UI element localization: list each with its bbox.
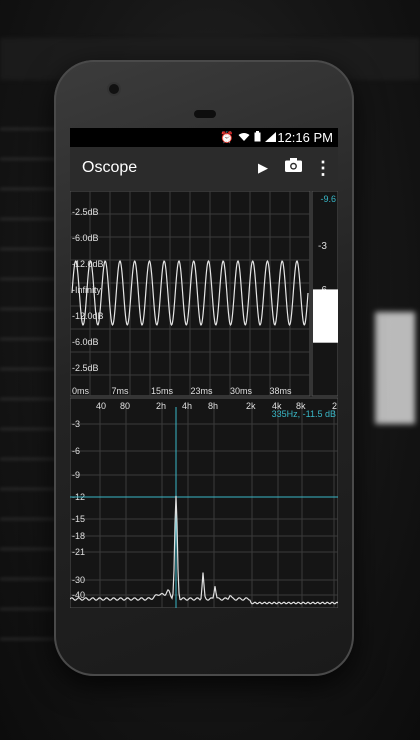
frequency-label: 4h <box>182 401 192 411</box>
db-label: -21 <box>72 547 85 557</box>
phone-frame: ⏰ 12:16 PM Oscope ▶ ⋮ -2.5dB -6.0dB -12.… <box>54 60 354 676</box>
wifi-icon <box>238 132 250 146</box>
app-bar: Oscope ▶ ⋮ <box>70 147 338 191</box>
frequency-label: 2k <box>246 401 256 411</box>
time-label: 15ms <box>151 386 174 396</box>
time-label: 30ms <box>230 386 253 396</box>
time-label: 7ms <box>112 386 130 396</box>
frequency-label: 2h <box>156 401 166 411</box>
app-title: Oscope <box>82 159 138 176</box>
alarm-icon: ⏰ <box>220 132 234 144</box>
backdrop-level-bar <box>375 312 415 424</box>
amplitude-label: -6.0dB <box>72 337 99 347</box>
db-label: -30 <box>72 575 85 585</box>
db-label: -3 <box>72 419 80 429</box>
clock: 12:16 PM <box>277 130 333 145</box>
meter-level-bar <box>313 289 338 343</box>
meter-label-3: -3 <box>318 241 327 252</box>
db-label: -9 <box>72 470 80 480</box>
backdrop-lines <box>0 100 60 660</box>
oscilloscope-panel: -2.5dB-6.0dB-12.0dB-Infinity-12.0dB-6.0d… <box>70 190 311 397</box>
amplitude-label: -2.5dB <box>72 207 99 217</box>
amplitude-label: -6.0dB <box>72 233 99 243</box>
db-label: -18 <box>72 531 85 541</box>
time-label: 23ms <box>191 386 214 396</box>
camera-icon <box>285 158 302 172</box>
play-button[interactable]: ▶ <box>258 160 268 176</box>
amplitude-label: -2.5dB <box>72 363 99 373</box>
phone-screen: ⏰ 12:16 PM Oscope ▶ ⋮ -2.5dB -6.0dB -12.… <box>70 128 338 608</box>
earpiece-speaker <box>194 110 216 118</box>
status-bar: ⏰ 12:16 PM <box>70 128 338 147</box>
battery-icon <box>254 131 261 146</box>
signal-icon <box>265 131 276 146</box>
frequency-label: 80 <box>120 401 130 411</box>
overflow-menu-button[interactable]: ⋮ <box>314 158 332 179</box>
db-label: -6 <box>72 446 80 456</box>
time-label: 38ms <box>270 386 293 396</box>
meter-peak-value: -9.6 <box>320 194 336 204</box>
analyzer-panel: -2.5dB -6.0dB -12.0dB -Infinity -12.0dB -6.0d… <box>70 190 338 608</box>
analyzer-graphics: -2.5dB-6.0dB-12.0dB-Infinity-12.0dB-6.0d… <box>70 190 338 608</box>
camera-button[interactable] <box>285 158 302 177</box>
db-label: -15 <box>72 514 85 524</box>
front-camera <box>109 84 119 94</box>
level-meter: -9.6 -3 -6 <box>311 190 338 397</box>
spectrum-panel: 40 80 2h 4h 8h 2k 4k 8k 2 -3-6-9-12-15-18-21-30-… <box>70 397 338 608</box>
time-label: 0ms <box>72 386 90 396</box>
cursor-readout: 335Hz, -11.5 dB <box>272 409 336 419</box>
frequency-label: 8h <box>208 401 218 411</box>
frequency-label: 40 <box>96 401 106 411</box>
